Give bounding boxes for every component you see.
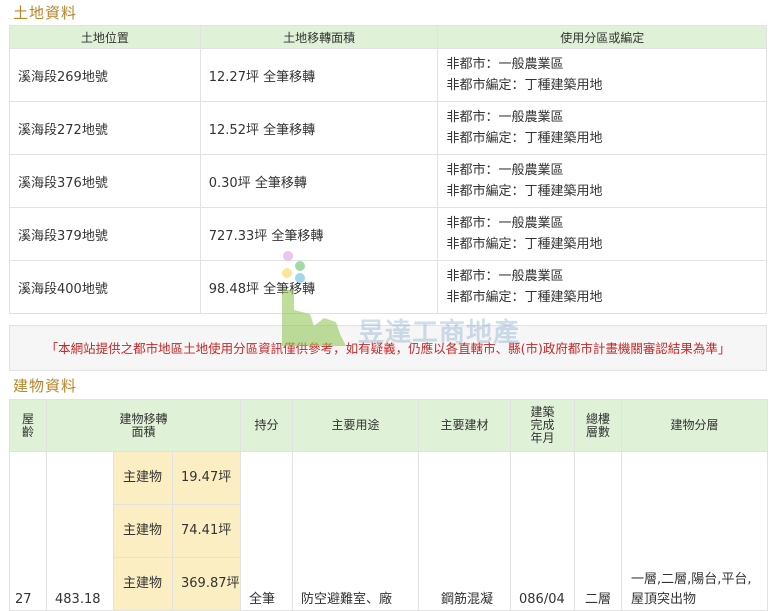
land-section-title: 土地資料 [13,4,78,22]
zone-line: 非都市：一般農業區 [446,57,564,72]
building-share: 全筆 [240,451,294,611]
table-row: 溪海段376地號 0.30坪 全筆移轉 非都市：一般農業區非都市編定：丁種建築用… [9,154,767,208]
header-location: 土地位置 [9,25,201,49]
zone-line: 非都市編定：丁種建築用地 [446,131,603,146]
building-main-use: 防空避難室、廠 [292,451,420,611]
sub-item-area: 369.87坪 [171,557,242,611]
building-table-header: 屋齡 建物移轉面積 持分 主要用途 主要建材 建築完成年月 總樓層數 建物分層 [9,399,769,452]
zone-line: 非都市編定：丁種建築用地 [446,237,603,252]
land-location: 溪海段376地號 [9,154,201,208]
land-zoning: 非都市：一般農業區非都市編定：丁種建築用地 [437,260,767,314]
zoning-disclaimer: 「本網站提供之都市地區土地使用分區資訊僅供參考，如有疑義，仍應以各直轄市、縣(市… [9,325,767,371]
sub-item-area: 19.47坪 [171,451,242,505]
building-section-title: 建物資料 [13,377,78,395]
sub-item-type: 主建物 [113,451,173,505]
zone-line: 非都市編定：丁種建築用地 [446,290,603,305]
building-total-area: 483.18 [46,451,114,611]
header-main-use: 主要用途 [292,399,420,452]
land-location: 溪海段269地號 [9,48,201,102]
building-age: 27 [9,451,47,611]
building-table: 屋齡 建物移轉面積 持分 主要用途 主要建材 建築完成年月 總樓層數 建物分層 … [9,399,769,611]
land-table-header: 土地位置 土地移轉面積 使用分區或編定 [9,25,767,49]
land-zoning: 非都市：一般農業區非都市編定：丁種建築用地 [437,207,767,261]
header-building-area: 建物移轉面積 [45,399,242,452]
header-zoning: 使用分區或編定 [437,25,767,49]
zone-line: 非都市：一般農業區 [446,216,564,231]
land-location: 溪海段379地號 [9,207,201,261]
building-total-floors: 二層 [574,451,623,611]
building-completion-date: 086/04 [510,451,576,611]
land-zoning: 非都市：一般農業區非都市編定：丁種建築用地 [437,101,767,155]
header-total-floors: 總樓層數 [574,399,623,452]
zone-line: 非都市：一般農業區 [446,110,564,125]
zone-line: 非都市：一般農業區 [446,269,564,284]
sub-item-type: 主建物 [113,504,173,558]
land-area: 12.27坪 全筆移轉 [199,48,439,102]
land-area: 727.33坪 全筆移轉 [199,207,439,261]
header-floor-layers: 建物分層 [621,399,769,452]
table-row: 溪海段272地號 12.52坪 全筆移轉 非都市：一般農業區非都市編定：丁種建築… [9,101,767,155]
zone-line: 非都市編定：丁種建築用地 [446,78,603,93]
land-area: 12.52坪 全筆移轉 [199,101,439,155]
sub-item-area: 74.41坪 [171,504,242,558]
land-table: 土地位置 土地移轉面積 使用分區或編定 溪海段269地號 12.27坪 全筆移轉… [9,25,767,314]
land-area: 0.30坪 全筆移轉 [199,154,439,208]
header-main-material: 主要建材 [418,399,512,452]
header-share: 持分 [240,399,294,452]
zone-line: 非都市：一般農業區 [446,163,564,178]
table-row: 27 483.18 主建物 19.47坪 全筆 防空避難室、廠 鋼筋混凝 086… [9,451,769,611]
land-location: 溪海段400地號 [9,260,201,314]
land-zoning: 非都市：一般農業區非都市編定：丁種建築用地 [437,48,767,102]
table-row: 溪海段400地號 98.48坪 全筆移轉 非都市：一般農業區非都市編定：丁種建築… [9,260,767,314]
table-row: 溪海段379地號 727.33坪 全筆移轉 非都市：一般農業區非都市編定：丁種建… [9,207,767,261]
header-completion-date: 建築完成年月 [510,399,576,452]
table-row: 溪海段269地號 12.27坪 全筆移轉 非都市：一般農業區非都市編定：丁種建築… [9,48,767,102]
header-age: 屋齡 [9,399,47,452]
sub-item-type: 主建物 [113,557,173,611]
land-zoning: 非都市：一般農業區非都市編定：丁種建築用地 [437,154,767,208]
header-transfer-area: 土地移轉面積 [199,25,439,49]
building-main-material: 鋼筋混凝 [418,451,512,611]
building-floor-layers: 一層,二層,陽台,平台,屋頂突出物 [621,451,769,611]
land-location: 溪海段272地號 [9,101,201,155]
land-area: 98.48坪 全筆移轉 [199,260,439,314]
zone-line: 非都市編定：丁種建築用地 [446,184,603,199]
